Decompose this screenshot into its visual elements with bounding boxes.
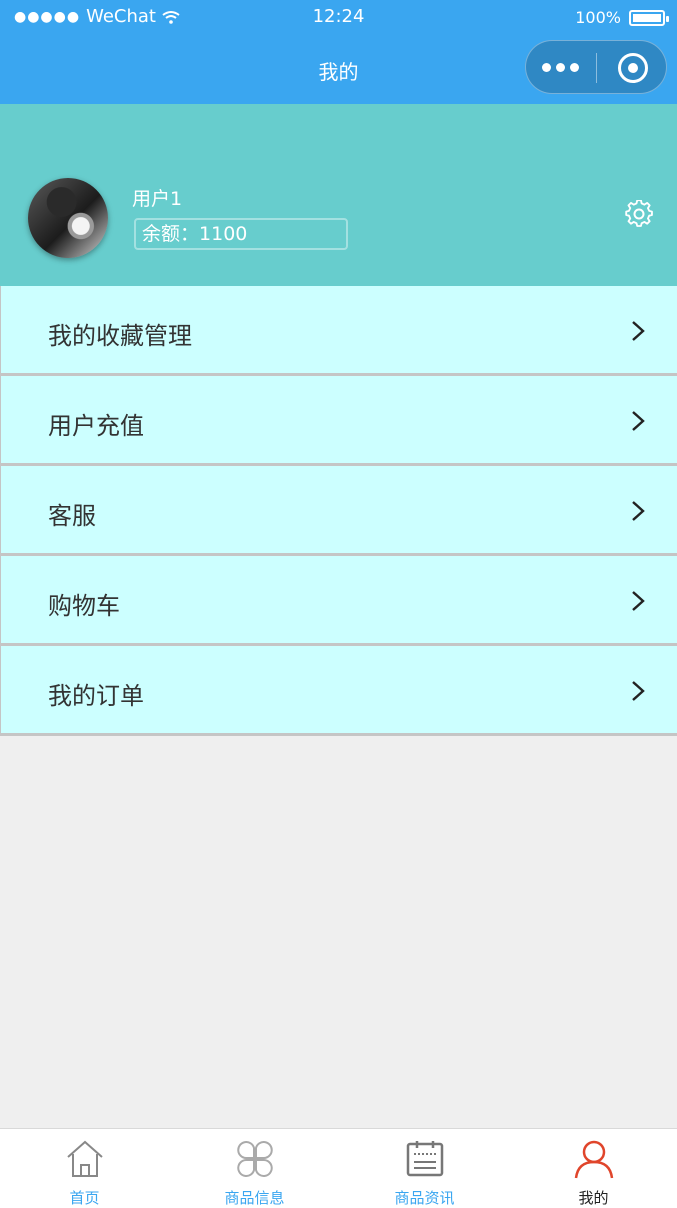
menu-item-label: 客服 <box>48 502 96 530</box>
nav-bar: 我的 <box>0 34 677 104</box>
close-icon[interactable] <box>618 53 648 83</box>
tab-products[interactable]: 商品信息 <box>170 1129 339 1208</box>
tab-mine[interactable]: 我的 <box>509 1129 677 1208</box>
tab-news[interactable]: 商品资讯 <box>340 1129 509 1208</box>
tab-label: 首页 <box>69 1189 100 1207</box>
chevron-right-icon <box>632 591 645 611</box>
tab-home[interactable]: 首页 <box>0 1129 169 1208</box>
mini-program-capsule <box>525 40 667 94</box>
gear-icon[interactable] <box>625 200 653 228</box>
menu-item-label: 我的订单 <box>48 682 144 710</box>
menu-item-orders[interactable]: 我的订单 <box>0 646 677 736</box>
news-icon <box>406 1141 444 1177</box>
chevron-right-icon <box>632 411 645 431</box>
menu-list: 我的收藏管理 用户充值 客服 购物车 我的订单 <box>0 286 677 736</box>
home-icon <box>67 1140 103 1177</box>
chevron-right-icon <box>632 321 645 341</box>
chevron-right-icon <box>632 501 645 521</box>
chevron-right-icon <box>632 681 645 701</box>
tab-label: 商品信息 <box>224 1189 285 1207</box>
battery-percent: 100% <box>575 8 621 27</box>
tab-label: 商品资讯 <box>394 1189 455 1207</box>
capsule-divider <box>596 53 597 83</box>
user-icon <box>574 1140 614 1179</box>
more-icon[interactable] <box>542 61 582 75</box>
menu-item-favorites[interactable]: 我的收藏管理 <box>0 286 677 376</box>
balance-label: 余额： <box>142 223 200 245</box>
balance-value: 1100 <box>199 223 248 245</box>
username: 用户1 <box>132 188 183 210</box>
avatar[interactable] <box>28 178 108 258</box>
tab-label: 我的 <box>578 1189 609 1207</box>
profile-header: 用户1 余额： 1100 <box>0 104 677 286</box>
balance-box: 余额： 1100 <box>134 218 348 250</box>
tab-bar: 首页 商品信息 商品资讯 我的 <box>0 1128 677 1208</box>
clover-icon <box>237 1141 273 1177</box>
menu-item-customer-service[interactable]: 客服 <box>0 466 677 556</box>
menu-item-label: 购物车 <box>48 592 120 620</box>
status-right: 100% <box>575 8 669 27</box>
menu-item-cart[interactable]: 购物车 <box>0 556 677 646</box>
status-bar: ●●●●● WeChat 12:24 100% <box>0 0 677 34</box>
menu-item-recharge[interactable]: 用户充值 <box>0 376 677 466</box>
battery-icon <box>629 9 669 26</box>
menu-item-label: 我的收藏管理 <box>48 322 192 350</box>
menu-item-label: 用户充值 <box>48 412 144 440</box>
